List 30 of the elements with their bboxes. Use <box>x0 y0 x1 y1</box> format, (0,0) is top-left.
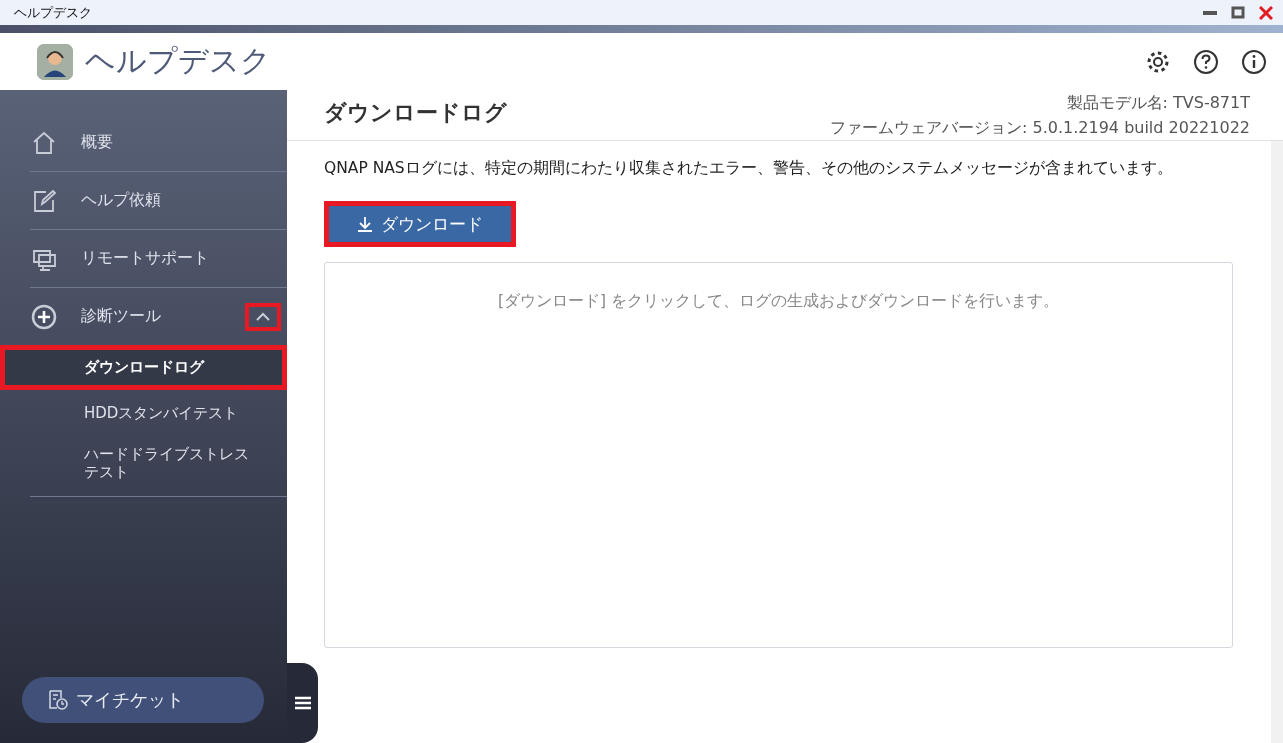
help-icon[interactable] <box>1193 48 1219 75</box>
page-title: ダウンロードログ <box>324 99 507 127</box>
info-icon[interactable] <box>1241 48 1267 75</box>
download-button[interactable]: ダウンロード <box>329 206 511 242</box>
sidebar-item[interactable]: ヘルプ依頼 <box>81 190 287 211</box>
close-icon[interactable] <box>1259 5 1273 20</box>
collapse-toggle[interactable] <box>245 302 281 331</box>
maximize-icon[interactable] <box>1231 6 1245 19</box>
firmware-version: ファームウェアバージョン: 5.0.1.2194 build 20221022 <box>830 117 1250 139</box>
sidebar-subitem[interactable]: HDDスタンバイテスト <box>0 395 287 431</box>
minimize-icon[interactable] <box>1203 10 1217 15</box>
app-title: ヘルプデスク <box>85 42 272 80</box>
description-text: QNAP NASログには、特定の期間にわたり収集されたエラー、警告、その他のシステムメッセージが含まれています。 <box>324 158 1174 179</box>
chevron-icon <box>255 311 271 322</box>
menu-icon[interactable] <box>294 696 311 710</box>
my-ticket-button[interactable]: マイチケット <box>22 677 264 723</box>
window-title: ヘルプデスク <box>14 3 92 22</box>
scrollbar[interactable] <box>1271 141 1283 743</box>
menu-tab[interactable] <box>287 663 318 743</box>
plus-circle-icon <box>30 302 58 331</box>
sidebar-item[interactable]: リモートサポート <box>81 248 287 269</box>
sidebar-subitem[interactable]: ダウンロードログ <box>0 345 287 390</box>
sidebar-subitem[interactable]: ハードドライブストレステスト <box>0 436 287 490</box>
ticket-clock-icon <box>48 689 68 711</box>
sidebar-item[interactable]: 概要 <box>81 132 287 153</box>
sidebar-item[interactable]: 診断ツール <box>81 306 245 327</box>
product-model: 製品モデル名: TVS-871T <box>1065 92 1250 114</box>
hint-text: [ダウンロード] をクリックして、ログの生成およびダウンロードを行います。 <box>498 291 1059 312</box>
download-icon <box>357 216 373 232</box>
support-agent-icon <box>37 43 73 80</box>
